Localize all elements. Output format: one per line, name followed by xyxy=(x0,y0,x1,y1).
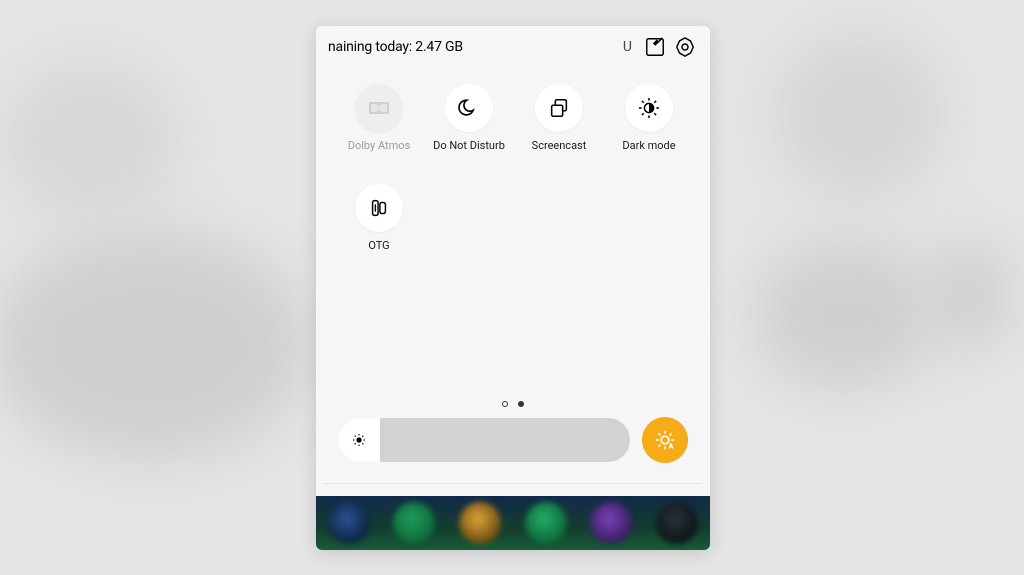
svg-text:A: A xyxy=(669,441,674,450)
brightness-half-icon xyxy=(638,97,660,119)
toggle-dolby-atmos: Dolby Atmos xyxy=(334,84,424,152)
toggle-do-not-disturb-button[interactable] xyxy=(445,84,493,132)
otg-connector-icon xyxy=(368,197,390,219)
dolby-icon xyxy=(367,96,391,120)
quick-settings-panel: naining today: 2.47 GB U Dolby Atmos xyxy=(316,26,710,550)
toggle-screencast: Screencast xyxy=(514,84,604,152)
settings-button[interactable] xyxy=(674,36,696,58)
toggle-label: Do Not Disturb xyxy=(424,139,514,152)
dock-app-6[interactable] xyxy=(656,502,698,544)
toggle-otg: OTG xyxy=(334,184,424,252)
brightness-low-icon xyxy=(351,432,367,448)
dock-app-5[interactable] xyxy=(590,502,632,544)
toggle-dark-mode-button[interactable] xyxy=(625,84,673,132)
pager-dot-1[interactable] xyxy=(518,401,524,407)
data-usage-text: naining today: 2.47 GB xyxy=(328,39,463,55)
toggle-otg-button[interactable] xyxy=(355,184,403,232)
user-indicator: U xyxy=(623,39,632,55)
edit-tiles-button[interactable] xyxy=(644,36,666,58)
toggle-label: Screencast xyxy=(514,139,604,152)
brightness-row: A xyxy=(338,416,688,464)
quick-toggle-grid: Dolby Atmos Do Not Disturb Screencast xyxy=(316,84,710,350)
dock-app-3[interactable] xyxy=(459,502,501,544)
settings-gear-icon xyxy=(674,36,696,58)
dock-app-2[interactable] xyxy=(393,502,435,544)
brightness-slider[interactable] xyxy=(338,418,630,462)
pager-dot-0[interactable] xyxy=(502,401,508,407)
dock-app-4[interactable] xyxy=(525,502,567,544)
status-top-row: naining today: 2.47 GB U xyxy=(316,36,710,62)
auto-brightness-icon: A xyxy=(654,429,676,451)
auto-brightness-button[interactable]: A xyxy=(642,417,688,463)
moon-crescent-icon xyxy=(458,97,480,119)
toggle-do-not-disturb: Do Not Disturb xyxy=(424,84,514,152)
screencast-icon xyxy=(548,97,570,119)
toggle-dolby-atmos-button[interactable] xyxy=(355,84,403,132)
brightness-slider-knob[interactable] xyxy=(338,418,380,462)
home-dock xyxy=(316,496,710,550)
toggle-dark-mode: Dark mode xyxy=(604,84,694,152)
page-indicator xyxy=(316,392,710,411)
toggle-label: OTG xyxy=(334,239,424,252)
edit-icon xyxy=(644,36,666,58)
toggle-screencast-button[interactable] xyxy=(535,84,583,132)
dock-app-1[interactable] xyxy=(328,502,370,544)
divider xyxy=(324,483,702,484)
toggle-label: Dark mode xyxy=(604,139,694,152)
toggle-label: Dolby Atmos xyxy=(334,139,424,152)
